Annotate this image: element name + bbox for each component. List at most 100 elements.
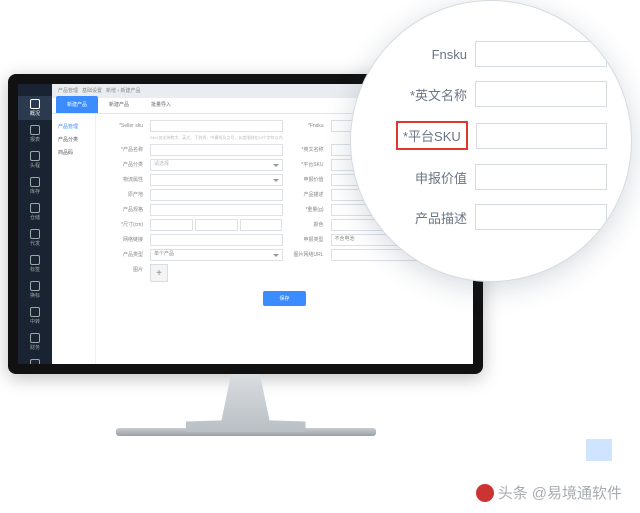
subnav-codes[interactable]: 商品码 — [52, 146, 95, 159]
zoom-input-fnsku[interactable] — [475, 41, 607, 67]
input-spec[interactable] — [150, 204, 283, 216]
zoom-lbl-fnsku: Fnsku — [403, 47, 467, 62]
home-icon — [30, 99, 40, 109]
nav-label: 头程 — [30, 162, 40, 169]
lbl-dims: *尺寸(cm) — [106, 219, 146, 231]
tab-batch-import[interactable]: 批量导入 — [140, 96, 182, 113]
crumb-2: 基础设置 — [82, 87, 102, 95]
select-value: 单个产品 — [151, 251, 174, 257]
select-ptype[interactable]: 单个产品 — [150, 249, 283, 261]
select-placeholder: 请选择 — [151, 161, 169, 167]
save-button[interactable]: 保存 — [263, 291, 305, 306]
lbl-link: 网络链接 — [106, 234, 146, 246]
nav-label: 报表 — [30, 136, 40, 143]
lbl-plat-sku: *平台SKU — [287, 159, 327, 171]
dims-group — [150, 219, 283, 231]
nav-transit[interactable]: 中转 — [18, 304, 52, 328]
lbl-img: 图片 — [106, 264, 146, 282]
tab-new-product-2[interactable]: 新建产品 — [98, 96, 140, 113]
nav-stock[interactable]: 库存 — [18, 174, 52, 198]
zoom-row-name-en: *英文名称 — [403, 81, 607, 107]
watermark: 头条 @易境通软件 — [476, 482, 622, 503]
subnav-products[interactable]: 产品管理 — [52, 120, 95, 133]
lbl-name-en: *英文名称 — [287, 144, 327, 156]
nav-label: 换标 — [30, 292, 40, 299]
nav-relabel[interactable]: 换标 — [18, 278, 52, 302]
input-origin[interactable] — [150, 189, 283, 201]
lbl-spec: 产品规格 — [106, 204, 146, 216]
crumb-1: 产品管理 — [58, 87, 78, 95]
box-icon — [30, 177, 40, 187]
lbl-fnsku: *Fnsku — [287, 120, 327, 132]
tab-new-product[interactable]: 新建产品 — [56, 96, 98, 113]
lbl-desc: 产品描述 — [287, 189, 327, 201]
nav-address[interactable]: 地址 — [18, 356, 52, 364]
crumb-3: 新增 › 新建产品 — [106, 87, 140, 95]
input-name-cn[interactable] — [150, 144, 283, 156]
input-link[interactable] — [150, 234, 283, 246]
chart-icon — [30, 125, 40, 135]
zoom-row-desc: 产品描述 — [403, 204, 607, 230]
nav-label: 财务 — [30, 344, 40, 351]
truck-icon — [30, 151, 40, 161]
nav-label: 概况 — [30, 110, 40, 117]
zoom-lens: Fnsku *英文名称 *平台SKU 申报价值 产品描述 — [350, 0, 632, 282]
zoom-lbl-desc: 产品描述 — [403, 208, 467, 227]
nav-label[interactable]: 标签 — [18, 252, 52, 276]
zoom-input-name-en[interactable] — [475, 81, 607, 107]
input-dim-w[interactable] — [195, 219, 238, 231]
nav-overview[interactable]: 概况 — [18, 96, 52, 120]
img-upload-group: + — [150, 264, 283, 282]
send-icon — [30, 229, 40, 239]
pin-icon — [30, 359, 40, 364]
subnav-categories[interactable]: 产品分类 — [52, 133, 95, 146]
tag-icon — [30, 255, 40, 265]
zoom-input-desc[interactable] — [475, 204, 607, 230]
input-dim-h[interactable] — [240, 219, 283, 231]
lbl-origin: 原产地 — [106, 189, 146, 201]
zoom-highlight-box: *平台SKU — [396, 121, 468, 150]
nav-warehouse[interactable]: 仓储 — [18, 200, 52, 224]
nav-finance[interactable]: 财务 — [18, 330, 52, 354]
lbl-weight: *重量(g) — [287, 204, 327, 216]
zoom-lbl-plat-sku: *平台SKU — [403, 126, 461, 145]
zoom-input-declare-val[interactable] — [475, 164, 607, 190]
lbl-declare-val: 申报价值 — [287, 174, 327, 186]
lbl-category: 产品分类 — [106, 159, 146, 171]
select-value: 不含电池 — [332, 236, 355, 242]
select-category[interactable]: 请选择 — [150, 159, 283, 171]
add-image-button[interactable]: + — [150, 264, 168, 282]
subnav: 产品管理 产品分类 商品码 — [52, 114, 96, 364]
monitor-stand — [186, 374, 306, 432]
route-icon — [30, 307, 40, 317]
sidebar: 概况 报表 头程 库存 仓储 代发 标签 换标 中转 财务 地址 数据 设置 — [18, 84, 52, 364]
nav-label: 标签 — [30, 266, 40, 273]
nav-label: 中转 — [30, 318, 40, 325]
zoom-row-fnsku: Fnsku — [403, 41, 607, 67]
nav-report[interactable]: 报表 — [18, 122, 52, 146]
decorative-square — [586, 439, 612, 461]
zoom-row-declare-val: 申报价值 — [403, 164, 607, 190]
nav-firstleg[interactable]: 头程 — [18, 148, 52, 172]
watermark-prefix: 头条 — [498, 482, 528, 503]
yen-icon — [30, 333, 40, 343]
zoom-row-plat-sku: *平台SKU — [403, 121, 607, 150]
save-bar: 保存 — [106, 285, 463, 306]
lbl-ship-type: 申报类型 — [287, 234, 327, 246]
lbl-name-cn: *产品名称 — [106, 144, 146, 156]
zoom-lbl-name-en: *英文名称 — [403, 85, 467, 104]
zoom-lbl-declare-val: 申报价值 — [403, 168, 467, 187]
zoom-input-plat-sku[interactable] — [476, 123, 607, 149]
select-brand[interactable] — [150, 174, 283, 186]
lbl-color: 颜色 — [287, 219, 327, 231]
nav-label: 库存 — [30, 188, 40, 195]
lbl-brand: 物流属性 — [106, 174, 146, 186]
input-dim-l[interactable] — [150, 219, 193, 231]
input-seller-sku[interactable] — [150, 120, 283, 132]
swap-icon — [30, 281, 40, 291]
watermark-author: @易境通软件 — [532, 482, 622, 503]
nav-dropship[interactable]: 代发 — [18, 226, 52, 250]
avatar-icon — [476, 484, 494, 502]
nav-label: 仓储 — [30, 214, 40, 221]
lbl-seller-sku: *Seller sku — [106, 120, 146, 132]
